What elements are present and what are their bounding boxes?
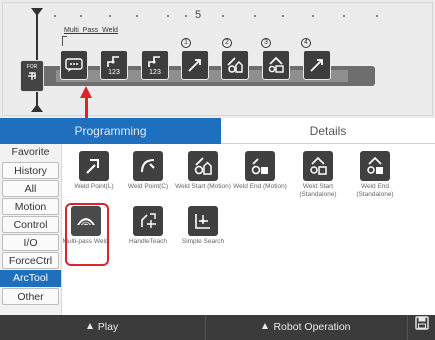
timeline-block-comment[interactable] (60, 50, 88, 80)
comment-icon (65, 58, 83, 72)
weld-end-motion-icon (245, 151, 275, 181)
loop-enter-icon (21, 70, 43, 85)
sidebar-item-forcectrl[interactable]: ForceCtrl (2, 252, 59, 269)
tool-label: Weld Start (Standalone) (299, 183, 337, 198)
timeline-block-weld-1[interactable] (181, 50, 209, 80)
tool-weld-point-linear[interactable]: Weld Point(L) (66, 151, 122, 191)
sidebar-item-motion[interactable]: Motion (2, 198, 59, 215)
timeline-block-weld-3[interactable] (262, 50, 290, 80)
timeline-end-marker (31, 104, 43, 112)
block-number: 123 (108, 69, 120, 76)
simple-search-icon (188, 206, 218, 236)
tool-label: Simple Search (181, 238, 225, 245)
timeline-ruler (40, 11, 420, 23)
save-button[interactable] (408, 315, 435, 340)
weld-point-icon (186, 56, 204, 74)
weld-end-standalone-icon (267, 56, 285, 74)
sidebar-item-favorite[interactable]: Favorite (0, 144, 61, 161)
timeline-block-arm-2[interactable]: 123 (141, 50, 169, 80)
weld-start-motion-icon (226, 56, 244, 74)
sidebar-item-control[interactable]: Control (2, 216, 59, 233)
timeline-block-arm-1[interactable]: 123 (100, 50, 128, 80)
tool-handle-teach[interactable]: HandleTeach (120, 206, 176, 246)
play-label: Play (97, 321, 119, 333)
sidebar-item-arctool[interactable]: ArcTool (0, 270, 61, 287)
sidebar-item-history[interactable]: History (2, 162, 59, 179)
tool-weld-start-standalone[interactable]: Weld Start (Standalone) (290, 151, 346, 199)
program-timeline[interactable]: 5 Multi_Pass_Weld FOR 123 123 1 2 3 4 (0, 0, 435, 118)
tool-label: Weld End (Standalone) (356, 183, 394, 198)
tool-label: HandleTeach (129, 238, 167, 245)
robot-arm-icon (105, 54, 123, 68)
tool-weld-end-motion[interactable]: Weld End (Motion) (232, 151, 288, 191)
mode-tabs: Programming Details (0, 118, 435, 144)
timeline-marker-number: 5 (195, 9, 202, 21)
robot-arm-icon (146, 54, 164, 68)
sidebar-item-io[interactable]: I/O (2, 234, 59, 251)
handle-teach-icon (133, 206, 163, 236)
group-label[interactable]: Multi_Pass_Weld (64, 27, 118, 34)
save-icon (414, 315, 429, 340)
chevron-up-icon (262, 323, 269, 329)
robot-operation-label: Robot Operation (273, 321, 351, 333)
tool-palette: Weld Point(L) Weld Point(C) Weld Start (… (62, 144, 435, 315)
highlight-box (65, 203, 109, 266)
tool-weld-end-standalone[interactable]: Weld End (Standalone) (347, 151, 403, 199)
weld-point-linear-icon (79, 151, 109, 181)
weld-start-standalone-icon (303, 151, 333, 181)
tool-label: Weld Point(C) (127, 183, 169, 190)
weld-end-standalone-icon (360, 151, 390, 181)
for-loop-block[interactable]: FOR (20, 60, 44, 92)
block-number: 123 (149, 69, 161, 76)
weld-point-icon (308, 56, 326, 74)
robot-operation-button[interactable]: Robot Operation (206, 315, 408, 340)
tool-label: Weld End (Motion) (233, 183, 287, 190)
weld-point-circular-icon (133, 151, 163, 181)
timeline-block-weld-2[interactable] (221, 50, 249, 80)
block-badge: 3 (261, 38, 271, 48)
bottom-bar: Play Robot Operation (0, 315, 435, 340)
weld-start-motion-icon (188, 151, 218, 181)
tool-weld-start-motion[interactable]: Weld Start (Motion) (175, 151, 231, 191)
tab-programming[interactable]: Programming (0, 118, 221, 144)
group-bracket (62, 36, 67, 46)
play-button[interactable]: Play (0, 315, 206, 340)
tool-simple-search[interactable]: Simple Search (175, 206, 231, 246)
sidebar-item-all[interactable]: All (2, 180, 59, 197)
category-sidebar: Favorite History All Motion Control I/O … (0, 144, 62, 315)
block-badge: 2 (222, 38, 232, 48)
tool-weld-point-circular[interactable]: Weld Point(C) (120, 151, 176, 191)
block-badge: 4 (301, 38, 311, 48)
timeline-block-weld-4[interactable] (303, 50, 331, 80)
tab-details[interactable]: Details (221, 118, 435, 144)
sidebar-item-other[interactable]: Other (2, 288, 59, 305)
block-badge: 1 (181, 38, 191, 48)
tool-label: Weld Start (Motion) (175, 183, 231, 190)
tool-label: Weld Point(L) (74, 183, 114, 190)
chevron-up-icon (86, 323, 93, 329)
